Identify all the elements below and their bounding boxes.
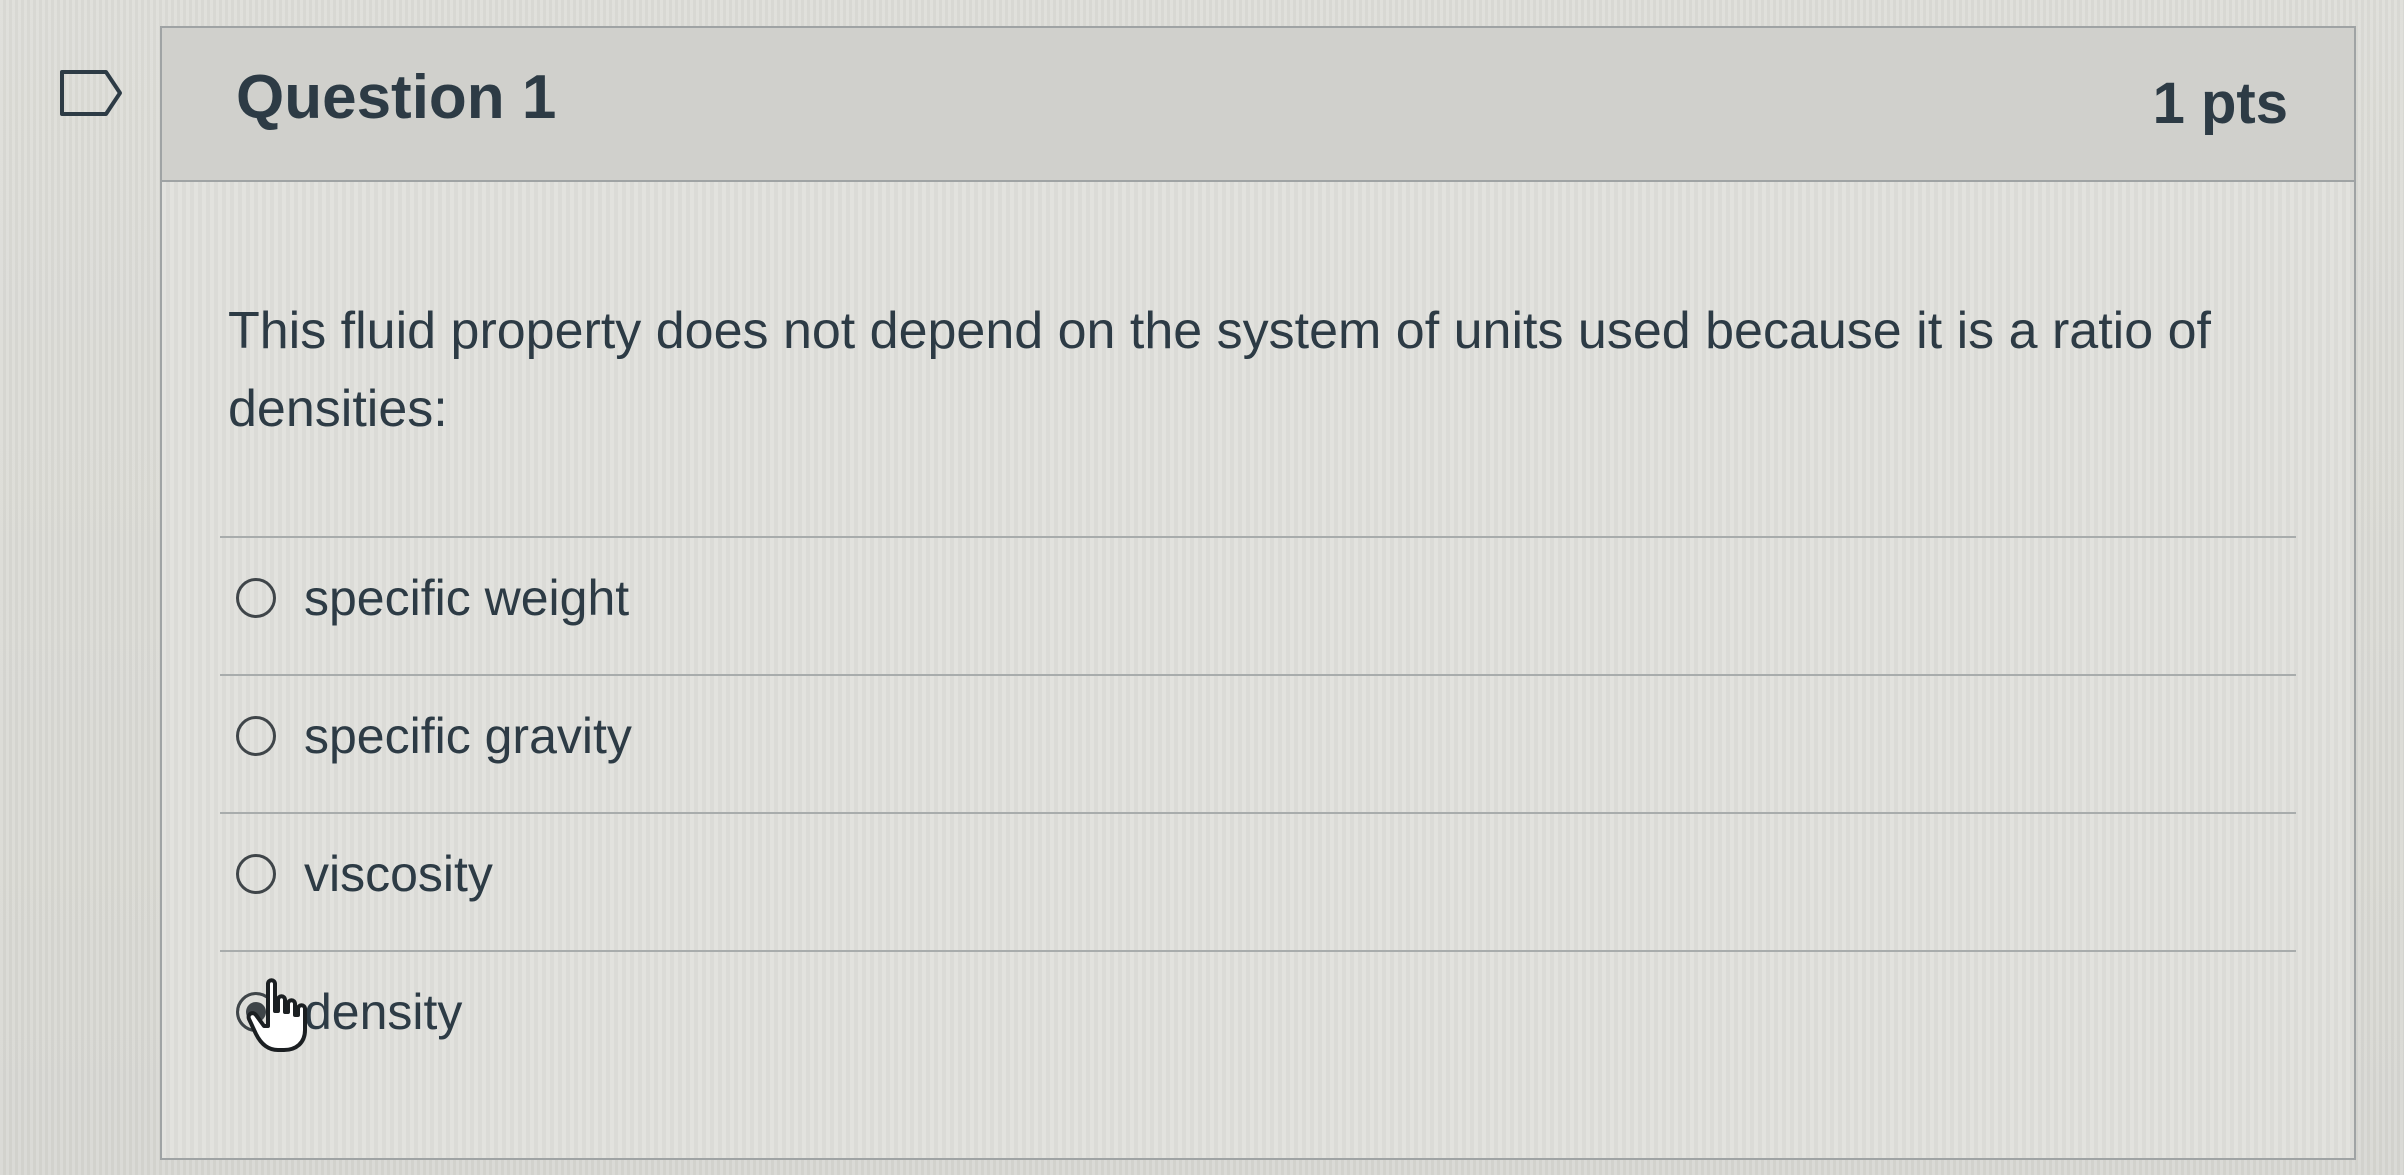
answer-label: density <box>304 984 463 1040</box>
question-header: Question 1 1 pts <box>162 28 2354 182</box>
radio-button[interactable] <box>236 716 276 756</box>
question-title: Question 1 <box>236 63 557 132</box>
question-card: Question 1 1 pts This fluid property doe… <box>160 26 2356 1160</box>
answer-option-viscosity[interactable]: viscosity <box>236 830 493 918</box>
answer-label: specific gravity <box>304 708 632 764</box>
answer-divider <box>220 536 2296 538</box>
answer-divider <box>220 674 2296 676</box>
answer-option-specific-weight[interactable]: specific weight <box>236 554 629 642</box>
answer-option-density[interactable]: density <box>236 968 462 1056</box>
bookmark-flag-icon[interactable] <box>58 68 124 118</box>
radio-button-selected[interactable] <box>236 992 276 1032</box>
question-text: This fluid property does not depend on t… <box>228 302 2211 438</box>
answer-divider <box>220 950 2296 952</box>
answer-label: viscosity <box>304 846 493 902</box>
radio-button[interactable] <box>236 854 276 894</box>
answer-option-specific-gravity[interactable]: specific gravity <box>236 692 632 780</box>
answer-divider <box>220 812 2296 814</box>
answer-label: specific weight <box>304 570 630 626</box>
question-points: 1 pts <box>2152 71 2288 136</box>
radio-button[interactable] <box>236 578 276 618</box>
